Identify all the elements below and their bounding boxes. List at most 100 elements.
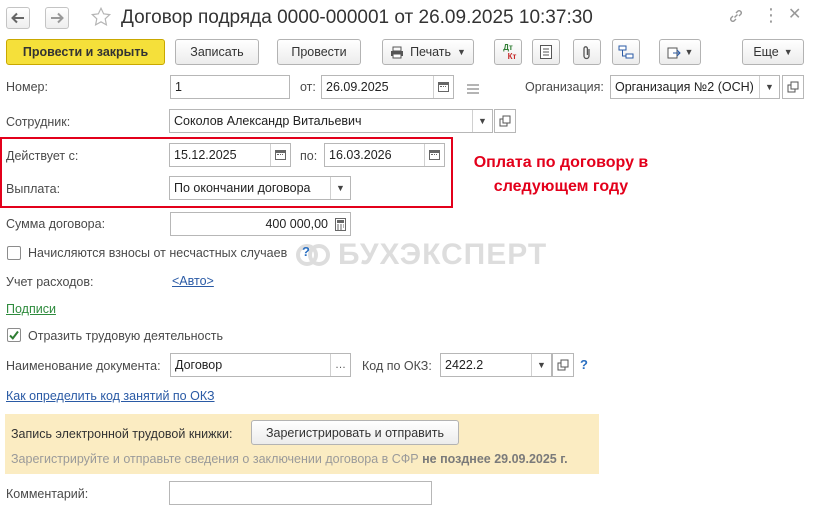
date-from-label: от: bbox=[300, 80, 316, 94]
number-label: Номер: bbox=[6, 80, 48, 94]
dt-kt-button[interactable]: Дт Кт bbox=[494, 39, 522, 65]
signatures-link[interactable]: Подписи bbox=[6, 302, 56, 316]
number-input[interactable]: 1 bbox=[170, 75, 290, 99]
create-based-icon bbox=[667, 47, 681, 59]
calendar-icon[interactable] bbox=[270, 144, 290, 166]
employee-select[interactable]: Соколов Александр Витальевич ▼ bbox=[169, 109, 493, 133]
report-button[interactable] bbox=[532, 39, 560, 65]
employee-label: Сотрудник: bbox=[6, 115, 71, 129]
save-label: Записать bbox=[190, 45, 244, 59]
valid-to-label: по: bbox=[300, 149, 318, 163]
chevron-down-icon: ▼ bbox=[457, 47, 466, 57]
okz-help-link[interactable]: Как определить код занятий по ОКЗ bbox=[6, 389, 215, 403]
chevron-down-icon: ▼ bbox=[783, 47, 793, 57]
okz-select[interactable]: 2422.2 ▼ bbox=[440, 353, 552, 377]
chevron-down-icon[interactable]: ▼ bbox=[759, 76, 779, 98]
okz-value: 2422.2 bbox=[445, 358, 484, 372]
etk-register-button[interactable]: Зарегистрировать и отправить bbox=[251, 420, 459, 445]
chevron-down-icon[interactable]: ▼ bbox=[330, 177, 350, 199]
expense-label: Учет расходов: bbox=[6, 275, 94, 289]
calculator-icon[interactable] bbox=[330, 213, 350, 235]
sum-input[interactable]: 400 000,00 bbox=[170, 212, 351, 236]
annotation-line-2: следующем году bbox=[493, 178, 629, 195]
valid-from-label: Действует с: bbox=[6, 149, 79, 163]
reflect-label: Отразить трудовую деятельность bbox=[28, 329, 224, 343]
arrow-right-icon bbox=[51, 12, 64, 24]
calendar-icon[interactable] bbox=[433, 76, 453, 98]
payment-label: Выплата: bbox=[6, 182, 61, 196]
checkmark-icon bbox=[9, 330, 19, 340]
forward-button[interactable] bbox=[45, 7, 69, 29]
payment-value: По окончании договора bbox=[174, 181, 311, 195]
page-title: Договор подряда 0000-000001 от 26.09.202… bbox=[121, 7, 593, 28]
menu-dots-icon[interactable]: ⋮ bbox=[762, 6, 780, 24]
sum-label: Сумма договора: bbox=[6, 217, 106, 231]
open-window-icon bbox=[557, 359, 569, 371]
more-label: Еще bbox=[753, 45, 779, 59]
chevron-down-icon: ▼ bbox=[684, 47, 694, 57]
organization-value: Организация №2 (ОСН) bbox=[615, 80, 754, 94]
comment-input[interactable] bbox=[169, 481, 432, 505]
expense-link[interactable]: <Авто> bbox=[172, 274, 214, 288]
etk-hint-deadline: не позднее 29.09.2025 г. bbox=[422, 452, 568, 466]
etk-register-label: Зарегистрировать и отправить bbox=[265, 425, 445, 440]
organization-label: Организация: bbox=[525, 80, 604, 94]
calendar-icon[interactable] bbox=[424, 144, 444, 166]
watermark-text: БУХЭКСПЕРТ bbox=[338, 238, 548, 271]
docname-label: Наименование документа: bbox=[6, 359, 161, 373]
valid-from-input[interactable]: 15.12.2025 bbox=[169, 143, 291, 167]
date-input[interactable]: 26.09.2025 bbox=[321, 75, 454, 99]
structure-button[interactable] bbox=[612, 39, 640, 65]
post-label: Провести bbox=[291, 45, 347, 59]
accident-checkbox[interactable] bbox=[7, 246, 21, 260]
etk-hint-text: Зарегистрируйте и отправьте сведения о з… bbox=[11, 452, 419, 466]
okz-open-button[interactable] bbox=[552, 353, 574, 377]
docname-value: Договор bbox=[175, 358, 223, 372]
help-icon[interactable]: ? bbox=[302, 244, 310, 259]
kt-icon-part: Кт bbox=[507, 52, 517, 61]
okz-help-icon[interactable]: ? bbox=[580, 357, 588, 372]
organization-select[interactable]: Организация №2 (ОСН) ▼ bbox=[610, 75, 780, 99]
chevron-down-icon[interactable]: ▼ bbox=[472, 110, 492, 132]
payment-select[interactable]: По окончании договора ▼ bbox=[169, 176, 351, 200]
post-button[interactable]: Провести bbox=[277, 39, 361, 65]
date-value: 26.09.2025 bbox=[326, 80, 389, 94]
annotation-line-1: Оплата по договору в bbox=[473, 154, 649, 171]
etk-hint: Зарегистрируйте и отправьте сведения о з… bbox=[11, 452, 568, 466]
more-button[interactable]: Еще ▼ bbox=[742, 39, 804, 65]
employee-open-button[interactable] bbox=[494, 109, 516, 133]
print-label: Печать bbox=[410, 45, 452, 59]
dt-kt-icon: Дт bbox=[503, 43, 513, 52]
valid-to-value: 16.03.2026 bbox=[329, 148, 392, 162]
post-and-close-label: Провести и закрыть bbox=[22, 45, 149, 59]
ellipsis-icon[interactable]: … bbox=[330, 354, 350, 376]
valid-from-value: 15.12.2025 bbox=[174, 148, 237, 162]
number-value: 1 bbox=[175, 80, 182, 94]
document-list-icon bbox=[540, 45, 552, 59]
chevron-down-icon[interactable]: ▼ bbox=[531, 354, 551, 376]
arrow-left-icon bbox=[11, 12, 24, 24]
print-button[interactable]: Печать ▼ bbox=[382, 39, 474, 65]
open-window-icon bbox=[499, 115, 511, 127]
attach-button[interactable] bbox=[573, 39, 601, 65]
accident-label: Начисляются взносы от несчастных случаев bbox=[28, 246, 288, 260]
employee-value: Соколов Александр Витальевич bbox=[174, 114, 362, 128]
comment-lines-icon[interactable] bbox=[466, 83, 480, 97]
favorite-star-icon[interactable] bbox=[90, 6, 112, 31]
paperclip-icon bbox=[583, 45, 590, 59]
link-icon[interactable] bbox=[728, 8, 744, 27]
reflect-checkbox[interactable] bbox=[7, 328, 21, 342]
valid-to-input[interactable]: 16.03.2026 bbox=[324, 143, 445, 167]
back-button[interactable] bbox=[6, 7, 30, 29]
structure-icon bbox=[618, 45, 634, 59]
watermark-logo: БУХЭКСПЕРТ bbox=[296, 238, 547, 272]
post-and-close-button[interactable]: Провести и закрыть bbox=[6, 39, 165, 65]
okz-label: Код по ОКЗ: bbox=[362, 359, 432, 373]
save-button[interactable]: Записать bbox=[175, 39, 259, 65]
create-based-button[interactable]: ▼ bbox=[659, 39, 701, 65]
open-window-icon bbox=[787, 81, 799, 93]
organization-open-button[interactable] bbox=[782, 75, 804, 99]
docname-input[interactable]: Договор … bbox=[170, 353, 351, 377]
close-icon[interactable]: ✕ bbox=[788, 6, 801, 24]
etk-label: Запись электронной трудовой книжки: bbox=[11, 427, 233, 441]
